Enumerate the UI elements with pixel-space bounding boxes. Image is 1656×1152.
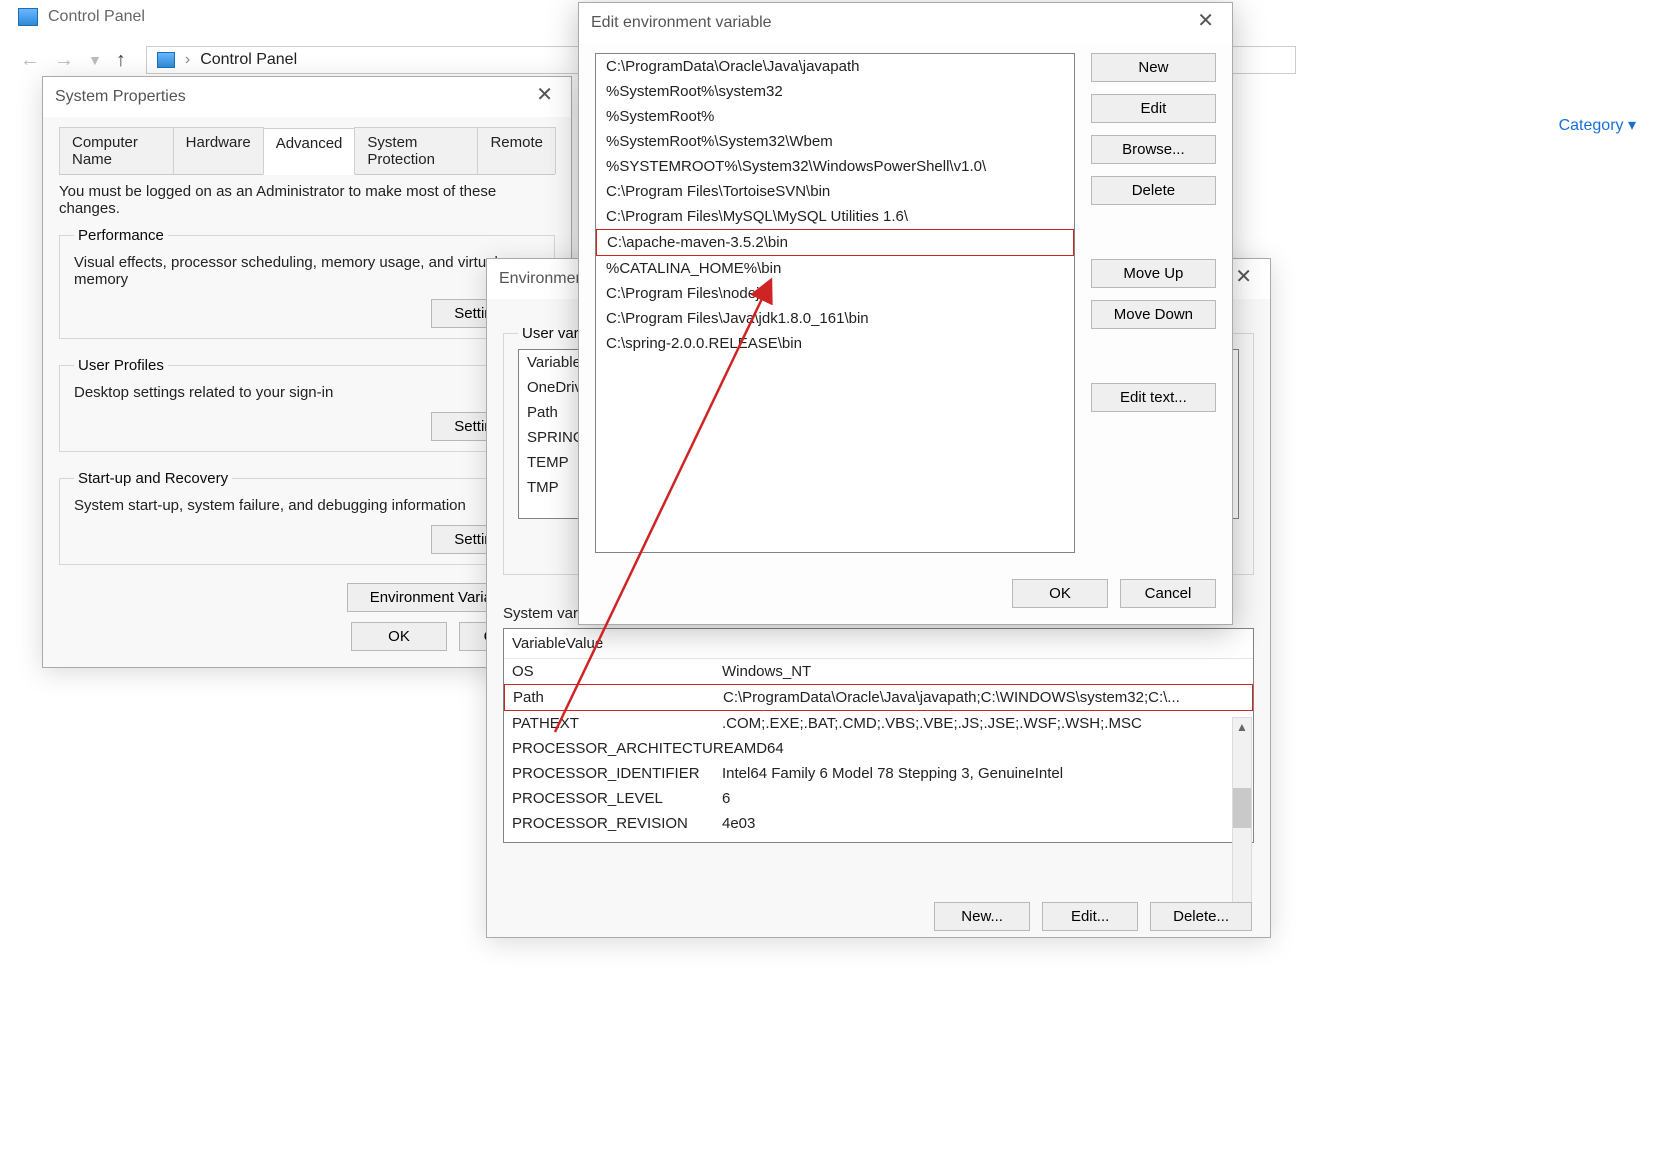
path-entry[interactable]: C:\apache-maven-3.5.2\bin (596, 229, 1074, 256)
startup-legend: Start-up and Recovery (74, 470, 232, 487)
performance-legend: Performance (74, 227, 168, 244)
editpath-edit-button[interactable]: Edit (1091, 94, 1216, 123)
recent-chevron-icon[interactable]: ▼ (88, 52, 102, 68)
path-entry[interactable]: C:\Program Files\Java\jdk1.8.0_161\bin (596, 306, 1074, 331)
path-entry[interactable]: C:\Program Files\nodejs\ (596, 281, 1074, 306)
system-properties-tabs: Computer Name Hardware Advanced System P… (59, 127, 555, 175)
sysvar-value: 4e03 (722, 815, 1245, 832)
sysvar-value: .COM;.EXE;.BAT;.CMD;.VBS;.VBE;.JS;.JSE;.… (722, 715, 1245, 732)
sysvar-header-value: Value (566, 635, 603, 652)
system-properties-titlebar: System Properties ✕ (43, 77, 571, 117)
path-entry[interactable]: %SystemRoot% (596, 104, 1074, 129)
tab-remote[interactable]: Remote (477, 127, 556, 174)
scroll-up-icon[interactable]: ▲ (1236, 720, 1248, 734)
sysvar-name: PROCESSOR_ARCHITECTURE (512, 740, 734, 757)
path-entry[interactable]: C:\spring-2.0.0.RELEASE\bin (596, 331, 1074, 356)
path-entry[interactable]: C:\Program Files\MySQL\MySQL Utilities 1… (596, 204, 1074, 229)
sysvar-name: OS (512, 663, 722, 680)
up-arrow-icon[interactable]: ↑ (116, 49, 126, 72)
breadcrumb-icon (157, 52, 175, 68)
sysvars-edit-button[interactable]: Edit... (1042, 902, 1138, 931)
sysvar-row[interactable]: PROCESSOR_LEVEL6 (504, 786, 1253, 811)
sysvar-row[interactable]: PATHEXT.COM;.EXE;.BAT;.CMD;.VBS;.VBE;.JS… (504, 711, 1253, 736)
sysvar-value: Intel64 Family 6 Model 78 Stepping 3, Ge… (722, 765, 1245, 782)
editpath-new-button[interactable]: New (1091, 53, 1216, 82)
tab-computer-name[interactable]: Computer Name (59, 127, 174, 174)
scroll-thumb[interactable] (1233, 788, 1251, 828)
explorer-title: Control Panel (48, 8, 145, 26)
sysvar-name: PROCESSOR_LEVEL (512, 790, 722, 807)
editpath-movedown-button[interactable]: Move Down (1091, 300, 1216, 329)
chevron-down-icon: ▾ (1628, 117, 1636, 134)
path-entry[interactable]: %CATALINA_HOME%\bin (596, 256, 1074, 281)
forward-arrow-icon[interactable]: → (54, 49, 74, 72)
scrollbar[interactable]: ▲ ▼ (1232, 717, 1252, 917)
breadcrumb-text: Control Panel (200, 51, 297, 69)
close-icon[interactable]: ✕ (526, 83, 563, 107)
performance-group: Performance Visual effects, processor sc… (59, 227, 555, 339)
path-entry[interactable]: %SystemRoot%\System32\Wbem (596, 129, 1074, 154)
back-arrow-icon[interactable]: ← (20, 49, 40, 72)
editpath-edittext-button[interactable]: Edit text... (1091, 383, 1216, 412)
editpath-cancel-button[interactable]: Cancel (1120, 579, 1216, 608)
editpath-moveup-button[interactable]: Move Up (1091, 259, 1216, 288)
sysvar-name: Path (513, 689, 723, 706)
sysvar-value: 6 (722, 790, 1245, 807)
sysvar-value: Windows_NT (722, 663, 1245, 680)
path-entry[interactable]: %SystemRoot%\system32 (596, 79, 1074, 104)
tab-system-protection[interactable]: System Protection (354, 127, 478, 174)
admin-note: You must be logged on as an Administrato… (59, 183, 555, 217)
edit-env-var-title: Edit environment variable (591, 14, 772, 32)
edit-env-var-titlebar: Edit environment variable ✕ (579, 3, 1232, 43)
sysprop-ok-button[interactable]: OK (351, 622, 447, 651)
path-entries-list[interactable]: C:\ProgramData\Oracle\Java\javapath%Syst… (595, 53, 1075, 553)
sysvar-name: PATHEXT (512, 715, 722, 732)
editpath-ok-button[interactable]: OK (1012, 579, 1108, 608)
sysvar-name: PROCESSOR_IDENTIFIER (512, 765, 722, 782)
chevron-right-icon: › (185, 51, 190, 69)
sysvar-value: AMD64 (734, 740, 1245, 757)
performance-desc: Visual effects, processor scheduling, me… (74, 254, 540, 288)
sysvar-name: PROCESSOR_REVISION (512, 815, 722, 832)
sysvar-row[interactable]: PROCESSOR_REVISION4e03 (504, 811, 1253, 836)
user-profiles-desc: Desktop settings related to your sign-in (74, 384, 540, 401)
path-entry[interactable]: C:\Program Files\TortoiseSVN\bin (596, 179, 1074, 204)
editpath-delete-button[interactable]: Delete (1091, 176, 1216, 205)
control-panel-icon (18, 8, 38, 26)
user-profiles-group: User Profiles Desktop settings related t… (59, 357, 555, 452)
sysvars-new-button[interactable]: New... (934, 902, 1030, 931)
path-entry[interactable]: C:\ProgramData\Oracle\Java\javapath (596, 54, 1074, 79)
tab-hardware[interactable]: Hardware (173, 127, 264, 174)
user-profiles-legend: User Profiles (74, 357, 168, 374)
view-by-dropdown[interactable]: Category ▾ (1559, 115, 1636, 135)
system-properties-title: System Properties (55, 88, 186, 106)
sysvar-row[interactable]: PROCESSOR_IDENTIFIERIntel64 Family 6 Mod… (504, 761, 1253, 786)
sysvars-delete-button[interactable]: Delete... (1150, 902, 1252, 931)
system-variables-list[interactable]: Variable Value OSWindows_NTPathC:\Progra… (503, 628, 1254, 843)
editpath-browse-button[interactable]: Browse... (1091, 135, 1216, 164)
sysvar-header-variable: Variable (512, 635, 566, 652)
tab-advanced[interactable]: Advanced (263, 128, 356, 175)
sysvar-value: C:\ProgramData\Oracle\Java\javapath;C:\W… (723, 689, 1244, 706)
startup-group: Start-up and Recovery System start-up, s… (59, 470, 555, 565)
sysvar-row[interactable]: OSWindows_NT (504, 659, 1253, 684)
sysvar-row[interactable]: PROCESSOR_ARCHITECTUREAMD64 (504, 736, 1253, 761)
close-icon[interactable]: ✕ (1187, 9, 1224, 33)
startup-desc: System start-up, system failure, and deb… (74, 497, 540, 514)
sysvar-row[interactable]: PathC:\ProgramData\Oracle\Java\javapath;… (504, 684, 1253, 711)
edit-env-var-window: Edit environment variable ✕ C:\ProgramDa… (578, 2, 1233, 625)
path-entry[interactable]: %SYSTEMROOT%\System32\WindowsPowerShell\… (596, 154, 1074, 179)
